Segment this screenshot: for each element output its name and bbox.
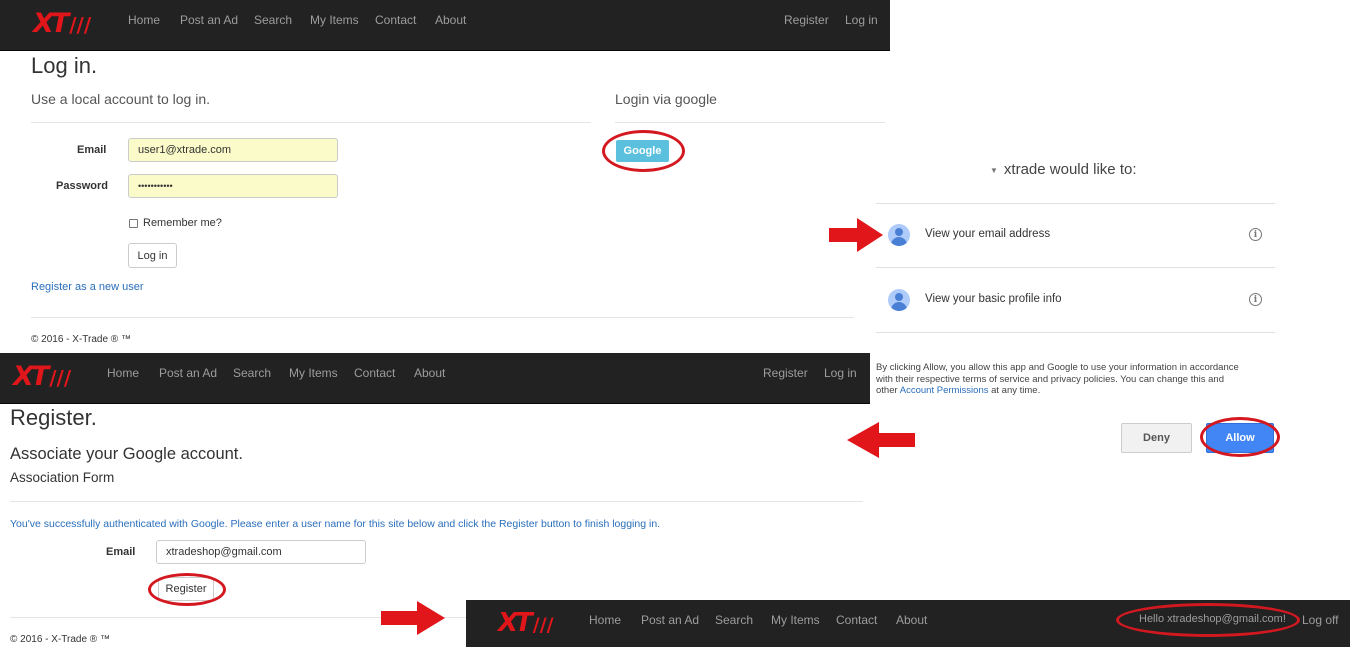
nav-post-ad[interactable]: Post an Ad <box>180 13 238 27</box>
permission-profile: View your basic profile info i <box>876 268 1275 333</box>
message-text: You've successfully authenticated with <box>10 518 191 530</box>
navbar-logged-in: XT/// Home Post an Ad Search My Items Co… <box>466 600 1350 647</box>
password-label: Password <box>56 180 108 192</box>
nav-post-ad[interactable]: Post an Ad <box>159 366 217 380</box>
notice-text: at any time. <box>988 385 1041 396</box>
nav-home[interactable]: Home <box>589 613 621 627</box>
navbar-login-page: XT/// Home Post an Ad Search My Items Co… <box>0 0 890 51</box>
consent-title-text: xtrade would like to: <box>1003 161 1137 178</box>
permission-label: View your email address <box>925 228 1051 240</box>
register-email-field[interactable]: xtradeshop@gmail.com <box>156 540 366 564</box>
divider <box>10 501 863 502</box>
nav-my-items[interactable]: My Items <box>289 366 338 380</box>
divider <box>615 122 885 123</box>
xtrade-logo[interactable]: XT/// <box>498 608 554 638</box>
right-arrow-icon <box>381 601 445 635</box>
nav-contact[interactable]: Contact <box>375 13 416 27</box>
info-icon[interactable]: i <box>1249 293 1262 306</box>
nav-home[interactable]: Home <box>107 366 139 380</box>
info-icon[interactable]: i <box>1249 228 1262 241</box>
nav-login[interactable]: Log in <box>824 366 857 380</box>
email-label: Email <box>77 144 107 156</box>
allow-button[interactable]: Allow <box>1206 423 1274 453</box>
nav-my-items[interactable]: My Items <box>771 613 820 627</box>
nav-contact[interactable]: Contact <box>354 366 395 380</box>
consent-notice: By clicking Allow, you allow this app an… <box>876 362 1239 397</box>
nav-logoff[interactable]: Log off <box>1302 613 1338 627</box>
nav-search[interactable]: Search <box>233 366 271 380</box>
email-field[interactable]: user1@xtrade.com <box>128 138 338 162</box>
register-new-user-link[interactable]: Register as a new user <box>31 281 144 293</box>
footer-copyright: © 2016 - X-Trade ® ™ <box>10 634 110 645</box>
nav-register[interactable]: Register <box>763 366 808 380</box>
nav-contact[interactable]: Contact <box>836 613 877 627</box>
nav-post-ad[interactable]: Post an Ad <box>641 613 699 627</box>
left-arrow-icon <box>847 422 915 458</box>
register-page-title: Register. <box>10 405 97 430</box>
auth-success-message: You've successfully authenticated with G… <box>10 518 660 530</box>
nav-register[interactable]: Register <box>784 13 829 27</box>
footer-copyright: © 2016 - X-Trade ® ™ <box>31 334 131 345</box>
notice-line: with their respective terms of service a… <box>876 373 1224 385</box>
association-form-title: Association Form <box>10 470 115 485</box>
password-field[interactable]: ••••••••••• <box>128 174 338 198</box>
logo-stripes-icon: /// <box>49 366 72 390</box>
register-subtitle: Associate your Google account. <box>10 445 243 463</box>
google-login-button[interactable]: Google <box>616 140 669 162</box>
external-login-heading: Login via google <box>615 91 717 107</box>
logo-text: XT <box>13 361 49 392</box>
provider-name: Google <box>190 518 225 530</box>
nav-search[interactable]: Search <box>254 13 292 27</box>
nav-search[interactable]: Search <box>715 613 753 627</box>
notice-text: other <box>876 385 900 396</box>
logo-stripes-icon: /// <box>532 614 554 636</box>
remember-me-checkbox[interactable] <box>129 219 138 228</box>
logo-text: XT <box>498 608 533 638</box>
permission-label: View your basic profile info <box>925 293 1062 305</box>
logo-text: XT <box>33 8 69 39</box>
xtrade-logo[interactable]: XT/// <box>33 8 91 39</box>
login-button[interactable]: Log in <box>128 243 177 268</box>
nav-my-items[interactable]: My Items <box>310 13 359 27</box>
email-label: Email <box>106 546 136 558</box>
divider <box>31 122 591 123</box>
nav-home[interactable]: Home <box>128 13 160 27</box>
nav-about[interactable]: About <box>435 13 466 27</box>
xtrade-logo[interactable]: XT/// <box>13 361 71 392</box>
nav-hello-user[interactable]: Hello xtradeshop@gmail.com! <box>1139 613 1286 625</box>
profile-avatar-icon <box>888 224 910 246</box>
nav-about[interactable]: About <box>896 613 927 627</box>
consent-title: ▼ xtrade would like to: <box>990 161 1137 178</box>
nav-login[interactable]: Log in <box>845 13 878 27</box>
login-page-title: Log in. <box>31 53 98 78</box>
message-text: . Please enter a user name for this site… <box>224 518 661 530</box>
logo-stripes-icon: /// <box>69 13 92 37</box>
notice-line: other Account Permissions at any time. <box>876 385 1239 397</box>
local-account-heading: Use a local account to log in. <box>31 91 210 107</box>
divider <box>31 317 854 318</box>
deny-button[interactable]: Deny <box>1121 423 1192 453</box>
nav-about[interactable]: About <box>414 366 445 380</box>
notice-line: By clicking Allow, you allow this app an… <box>876 362 1239 373</box>
right-arrow-icon <box>829 218 883 252</box>
caret-down-icon: ▼ <box>990 165 998 175</box>
profile-avatar-icon <box>888 289 910 311</box>
navbar-register-page: XT/// Home Post an Ad Search My Items Co… <box>0 353 870 404</box>
permission-email: View your email address i <box>876 203 1275 268</box>
register-button[interactable]: Register <box>158 577 214 601</box>
remember-me-label: Remember me? <box>143 217 222 229</box>
account-permissions-link[interactable]: Account Permissions <box>900 385 989 396</box>
